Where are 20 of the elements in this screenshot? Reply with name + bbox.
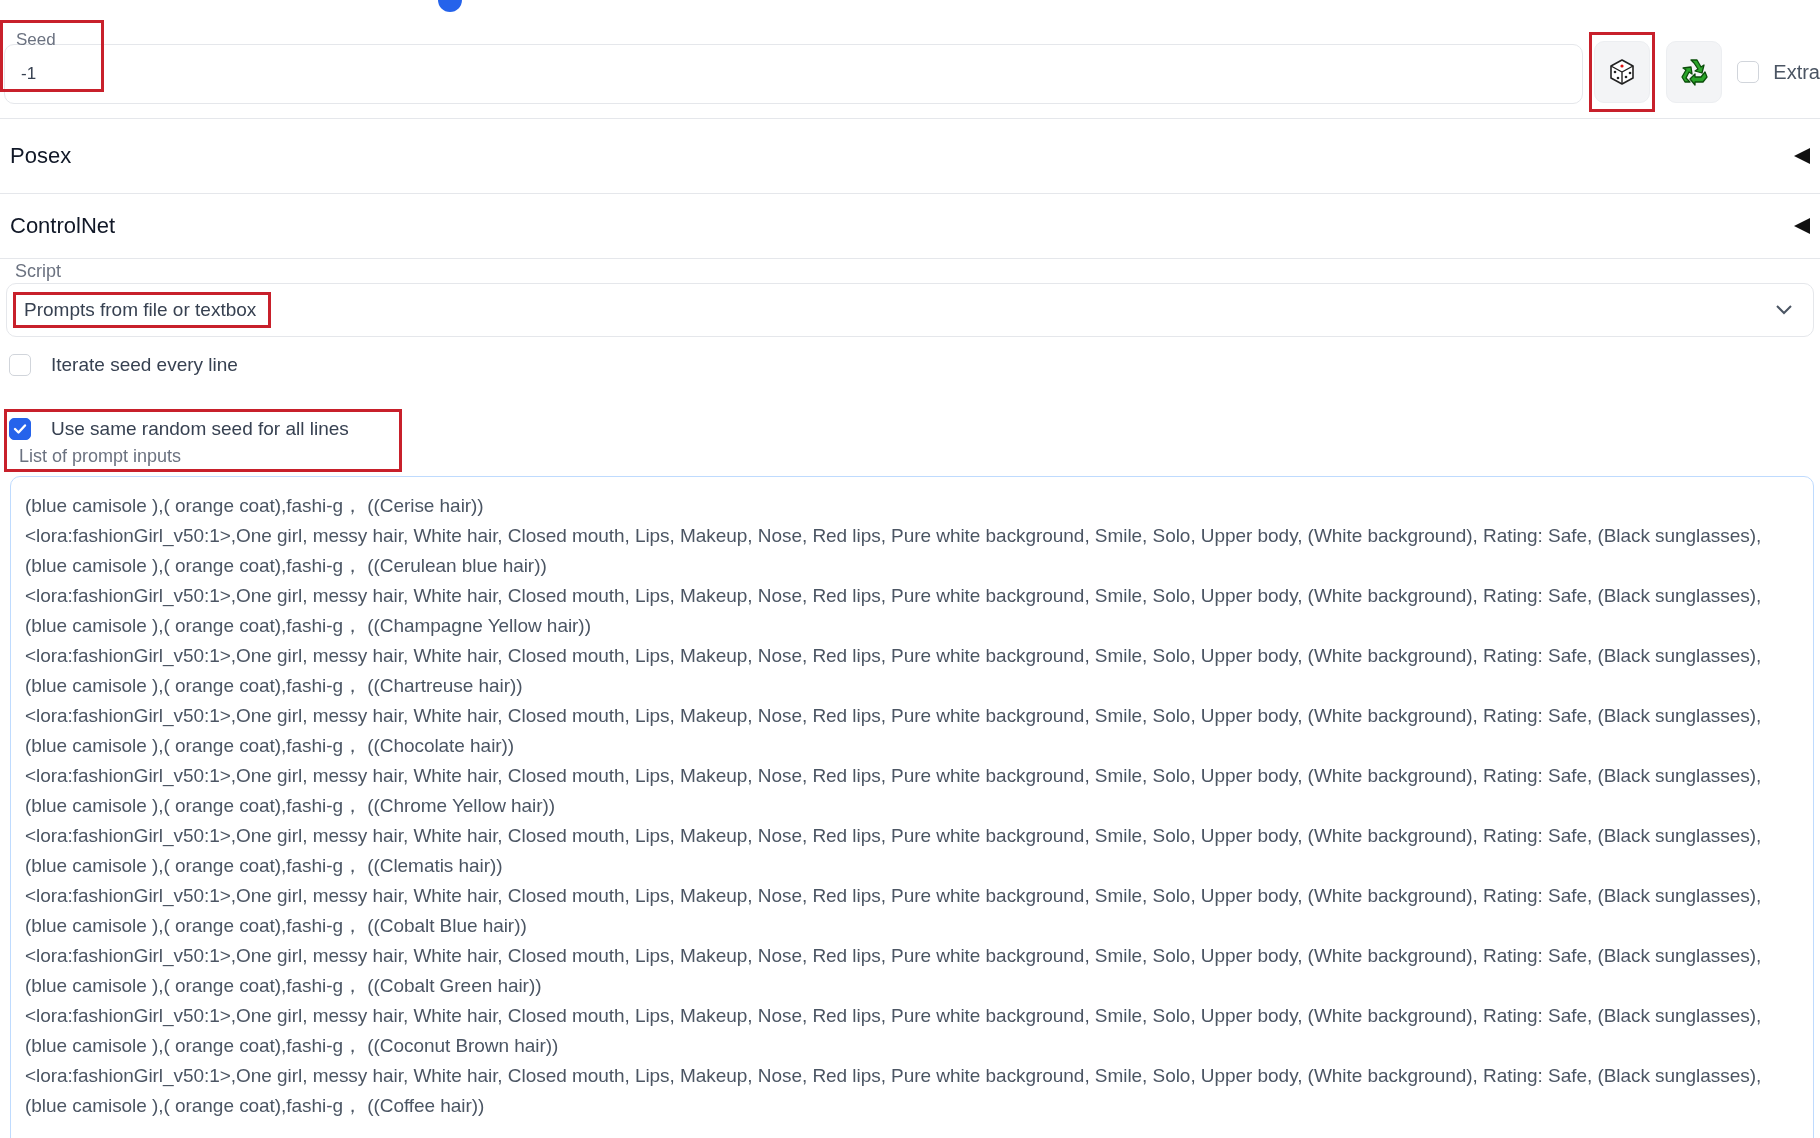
dropdown-value: Prompts from file or textbox <box>24 299 257 320</box>
checkbox-label: Use same random seed for all lines <box>51 418 349 440</box>
reuse-seed-button[interactable] <box>1666 41 1723 103</box>
prompt-textarea[interactable]: (blue camisole ),( orange coat),fashi-g， ((Cerise hair)) <lora:fashionGirl_v50:1>,One girl, messy hair, White hair, Closed mouth, Lips, Makeup, Nose, Red lips, Pure white background, Smile, Solo, Upper body, (White background), Rating: Safe, (Black sunglasses), (blue camisole ),( orange coat),fashi-g， ((Cerulean blue hair)) <lora:fashionGirl_v50:1>,One girl, messy hair, White hair, Closed mouth, Lips, Makeup, Nose, Red lips, Pure white background, Smile, Solo, Upper body, (White background), Rating: Safe, (Black sunglasses), (blue camisole ),( orange coat),fashi-g， ((Champagne Yellow hair)) <lora:fashionGirl_v50:1>,One girl, messy hair, White hair, Closed mouth, Lips, Makeup, Nose, Red lips, Pure white background, Smile, Solo, Upper body, (White background), Rating: Safe, (Black sunglasses), (blue camisole ),( orange coat),fashi-g， ((Chartreuse hair)) <lora:fashionGirl_v50:1>,One girl, messy hair, White hair, Closed mouth, Lips, Makeup, Nose, Red lips, Pure white background, Smile, Solo, Upper body, (White background), Rating: Safe, (Black sunglasses), (blue camisole ),( orange coat),fashi-g， ((Chocolate hair)) <lora:fashionGirl_v50:1>,One girl, messy hair, White hair, Closed mouth, Lips, Makeup, Nose, Red lips, Pure white background, Smile, Solo, Upper body, (White background), Rating: Safe, (Black sunglasses), (blue camisole ),( orange coat),fashi-g， ((Chrome Yellow hair)) <lora:fashionGirl_v50:1>,One girl, messy hair, White hair, Closed mouth, Lips, Makeup, Nose, Red lips, Pure white background, Smile, Solo, Upper body, (White background), Rating: Safe, (Black sunglasses), (blue camisole ),( orange coat),fashi-g， ((Clematis hair)) <lora:fashionGirl_v50:1>,One girl, messy hair, White hair, Closed mouth, Lips, Makeup, Nose, Red lips, Pure white background, Smile, Solo, Upper body, (White background), Rating: Safe, (Black sunglasses), (blue camisole ),( orange coat),fashi-g， ((Cobalt Blue hair)) <lora:fashionGirl_v50:1>,One girl, messy hair, White hair, Closed mouth, Lips, Makeup, Nose, Red lips, Pure white background, Smile, Solo, Upper body, (White background), Rating: Safe, (Black sunglasses), (blue camisole ),( orange coat),fashi-g， ((Cobalt Green hair)) <lora:fashionGirl_v50:1>,One girl, messy hair, White hair, Closed mouth, Lips, Makeup, Nose, Red lips, Pure white background, Smile, Solo, Upper body, (White background), Rating: Safe, (Black sunglasses), (blue camisole ),( orange coat),fashi-g， ((Coconut Brown hair)) <lora:fashionGirl_v50:1>,One girl, messy hair, White hair, Closed mouth, Lips, Makeup, Nose, Red lips, Pure white background, Smile, Solo, Upper body, (White background), Rating: Safe, (Black sunglasses), (blue camisole ),( orange coat),fashi-g， ((Coffee hair)) <box>10 476 1814 1138</box>
random-seed-button[interactable] <box>1594 41 1651 103</box>
checkbox-label: Extra <box>1773 60 1820 84</box>
dice-icon <box>1609 58 1636 86</box>
checkmark-icon <box>13 423 27 435</box>
checkbox-label: Iterate seed every line <box>51 354 238 376</box>
recycle-icon <box>1679 57 1710 87</box>
accordion-title: ControlNet <box>10 213 116 239</box>
accordion-header[interactable]: ControlNet <box>0 194 1820 259</box>
seed-field[interactable]: -1 <box>4 44 1584 104</box>
accordion-title: Posex <box>10 143 72 169</box>
accordion-header[interactable]: Posex <box>0 119 1820 194</box>
chevron-icon <box>1775 304 1793 316</box>
script-dropdown[interactable]: Prompts from file or textbox <box>6 283 1814 337</box>
checkbox[interactable] <box>9 418 31 440</box>
field-label: List of prompt inputs <box>18 446 183 467</box>
field-label: Script <box>14 260 62 283</box>
